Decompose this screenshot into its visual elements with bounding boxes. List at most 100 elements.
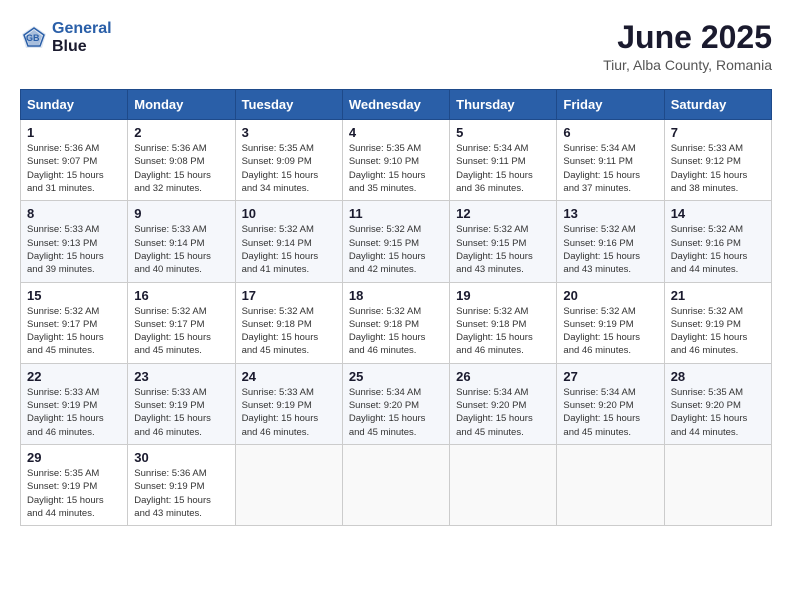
calendar-cell: 11 Sunrise: 5:32 AM Sunset: 9:15 PM Dayl… <box>342 201 449 282</box>
day-info: Sunrise: 5:35 AM Sunset: 9:19 PM Dayligh… <box>27 467 121 520</box>
calendar-row-1: 1 Sunrise: 5:36 AM Sunset: 9:07 PM Dayli… <box>21 120 772 201</box>
day-number: 2 <box>134 125 228 140</box>
day-info: Sunrise: 5:32 AM Sunset: 9:17 PM Dayligh… <box>134 305 228 358</box>
day-info: Sunrise: 5:34 AM Sunset: 9:11 PM Dayligh… <box>456 142 550 195</box>
day-info: Sunrise: 5:35 AM Sunset: 9:09 PM Dayligh… <box>242 142 336 195</box>
header-monday: Monday <box>128 90 235 120</box>
day-number: 25 <box>349 369 443 384</box>
calendar-cell: 13 Sunrise: 5:32 AM Sunset: 9:16 PM Dayl… <box>557 201 664 282</box>
calendar-cell <box>342 444 449 525</box>
day-info: Sunrise: 5:36 AM Sunset: 9:08 PM Dayligh… <box>134 142 228 195</box>
day-number: 11 <box>349 206 443 221</box>
calendar-cell: 27 Sunrise: 5:34 AM Sunset: 9:20 PM Dayl… <box>557 363 664 444</box>
day-info: Sunrise: 5:35 AM Sunset: 9:10 PM Dayligh… <box>349 142 443 195</box>
day-number: 6 <box>563 125 657 140</box>
header-thursday: Thursday <box>450 90 557 120</box>
calendar-cell: 29 Sunrise: 5:35 AM Sunset: 9:19 PM Dayl… <box>21 444 128 525</box>
day-info: Sunrise: 5:33 AM Sunset: 9:19 PM Dayligh… <box>27 386 121 439</box>
day-number: 28 <box>671 369 765 384</box>
day-info: Sunrise: 5:32 AM Sunset: 9:15 PM Dayligh… <box>349 223 443 276</box>
header-tuesday: Tuesday <box>235 90 342 120</box>
day-number: 1 <box>27 125 121 140</box>
logo-icon: GB <box>20 24 48 52</box>
calendar-cell: 19 Sunrise: 5:32 AM Sunset: 9:18 PM Dayl… <box>450 282 557 363</box>
logo: GB General Blue <box>20 20 112 55</box>
calendar-cell <box>557 444 664 525</box>
calendar-cell: 12 Sunrise: 5:32 AM Sunset: 9:15 PM Dayl… <box>450 201 557 282</box>
title-area: June 2025 Tiur, Alba County, Romania <box>603 20 772 73</box>
day-info: Sunrise: 5:33 AM Sunset: 9:14 PM Dayligh… <box>134 223 228 276</box>
calendar-cell: 16 Sunrise: 5:32 AM Sunset: 9:17 PM Dayl… <box>128 282 235 363</box>
calendar-cell: 28 Sunrise: 5:35 AM Sunset: 9:20 PM Dayl… <box>664 363 771 444</box>
day-number: 4 <box>349 125 443 140</box>
day-number: 14 <box>671 206 765 221</box>
day-info: Sunrise: 5:32 AM Sunset: 9:16 PM Dayligh… <box>671 223 765 276</box>
day-number: 21 <box>671 288 765 303</box>
page-header: GB General Blue June 2025 Tiur, Alba Cou… <box>20 20 772 73</box>
calendar-cell: 2 Sunrise: 5:36 AM Sunset: 9:08 PM Dayli… <box>128 120 235 201</box>
day-info: Sunrise: 5:35 AM Sunset: 9:20 PM Dayligh… <box>671 386 765 439</box>
calendar-cell: 18 Sunrise: 5:32 AM Sunset: 9:18 PM Dayl… <box>342 282 449 363</box>
calendar-cell: 23 Sunrise: 5:33 AM Sunset: 9:19 PM Dayl… <box>128 363 235 444</box>
calendar-cell <box>235 444 342 525</box>
day-number: 27 <box>563 369 657 384</box>
calendar-cell: 22 Sunrise: 5:33 AM Sunset: 9:19 PM Dayl… <box>21 363 128 444</box>
calendar-cell: 30 Sunrise: 5:36 AM Sunset: 9:19 PM Dayl… <box>128 444 235 525</box>
day-info: Sunrise: 5:32 AM Sunset: 9:18 PM Dayligh… <box>456 305 550 358</box>
calendar-cell: 17 Sunrise: 5:32 AM Sunset: 9:18 PM Dayl… <box>235 282 342 363</box>
day-number: 13 <box>563 206 657 221</box>
header-friday: Friday <box>557 90 664 120</box>
calendar-table: Sunday Monday Tuesday Wednesday Thursday… <box>20 89 772 526</box>
calendar-cell <box>450 444 557 525</box>
day-number: 15 <box>27 288 121 303</box>
day-number: 17 <box>242 288 336 303</box>
svg-text:GB: GB <box>26 33 40 43</box>
day-info: Sunrise: 5:33 AM Sunset: 9:19 PM Dayligh… <box>134 386 228 439</box>
calendar-cell: 7 Sunrise: 5:33 AM Sunset: 9:12 PM Dayli… <box>664 120 771 201</box>
calendar-row-4: 22 Sunrise: 5:33 AM Sunset: 9:19 PM Dayl… <box>21 363 772 444</box>
header-sunday: Sunday <box>21 90 128 120</box>
calendar-header-row: Sunday Monday Tuesday Wednesday Thursday… <box>21 90 772 120</box>
calendar-cell: 3 Sunrise: 5:35 AM Sunset: 9:09 PM Dayli… <box>235 120 342 201</box>
day-info: Sunrise: 5:32 AM Sunset: 9:15 PM Dayligh… <box>456 223 550 276</box>
day-number: 24 <box>242 369 336 384</box>
calendar-cell: 26 Sunrise: 5:34 AM Sunset: 9:20 PM Dayl… <box>450 363 557 444</box>
calendar-row-2: 8 Sunrise: 5:33 AM Sunset: 9:13 PM Dayli… <box>21 201 772 282</box>
calendar-cell: 15 Sunrise: 5:32 AM Sunset: 9:17 PM Dayl… <box>21 282 128 363</box>
calendar-cell: 5 Sunrise: 5:34 AM Sunset: 9:11 PM Dayli… <box>450 120 557 201</box>
day-number: 3 <box>242 125 336 140</box>
logo-text: General Blue <box>52 20 112 55</box>
month-title: June 2025 <box>603 20 772 55</box>
day-info: Sunrise: 5:34 AM Sunset: 9:11 PM Dayligh… <box>563 142 657 195</box>
calendar-cell: 20 Sunrise: 5:32 AM Sunset: 9:19 PM Dayl… <box>557 282 664 363</box>
header-wednesday: Wednesday <box>342 90 449 120</box>
logo-line2: Blue <box>52 38 87 55</box>
calendar-cell: 4 Sunrise: 5:35 AM Sunset: 9:10 PM Dayli… <box>342 120 449 201</box>
day-info: Sunrise: 5:36 AM Sunset: 9:19 PM Dayligh… <box>134 467 228 520</box>
calendar-cell: 25 Sunrise: 5:34 AM Sunset: 9:20 PM Dayl… <box>342 363 449 444</box>
day-number: 16 <box>134 288 228 303</box>
logo-line1: General <box>52 20 112 37</box>
day-info: Sunrise: 5:33 AM Sunset: 9:12 PM Dayligh… <box>671 142 765 195</box>
location: Tiur, Alba County, Romania <box>603 57 772 73</box>
calendar-row-5: 29 Sunrise: 5:35 AM Sunset: 9:19 PM Dayl… <box>21 444 772 525</box>
calendar-cell: 21 Sunrise: 5:32 AM Sunset: 9:19 PM Dayl… <box>664 282 771 363</box>
day-info: Sunrise: 5:34 AM Sunset: 9:20 PM Dayligh… <box>456 386 550 439</box>
day-number: 26 <box>456 369 550 384</box>
day-info: Sunrise: 5:32 AM Sunset: 9:14 PM Dayligh… <box>242 223 336 276</box>
day-info: Sunrise: 5:32 AM Sunset: 9:18 PM Dayligh… <box>349 305 443 358</box>
day-number: 22 <box>27 369 121 384</box>
day-info: Sunrise: 5:34 AM Sunset: 9:20 PM Dayligh… <box>563 386 657 439</box>
day-info: Sunrise: 5:32 AM Sunset: 9:19 PM Dayligh… <box>671 305 765 358</box>
day-number: 30 <box>134 450 228 465</box>
calendar-cell: 10 Sunrise: 5:32 AM Sunset: 9:14 PM Dayl… <box>235 201 342 282</box>
calendar-cell: 14 Sunrise: 5:32 AM Sunset: 9:16 PM Dayl… <box>664 201 771 282</box>
day-info: Sunrise: 5:33 AM Sunset: 9:19 PM Dayligh… <box>242 386 336 439</box>
day-number: 9 <box>134 206 228 221</box>
day-info: Sunrise: 5:32 AM Sunset: 9:18 PM Dayligh… <box>242 305 336 358</box>
day-info: Sunrise: 5:32 AM Sunset: 9:19 PM Dayligh… <box>563 305 657 358</box>
header-saturday: Saturday <box>664 90 771 120</box>
day-info: Sunrise: 5:32 AM Sunset: 9:16 PM Dayligh… <box>563 223 657 276</box>
day-info: Sunrise: 5:36 AM Sunset: 9:07 PM Dayligh… <box>27 142 121 195</box>
day-number: 5 <box>456 125 550 140</box>
